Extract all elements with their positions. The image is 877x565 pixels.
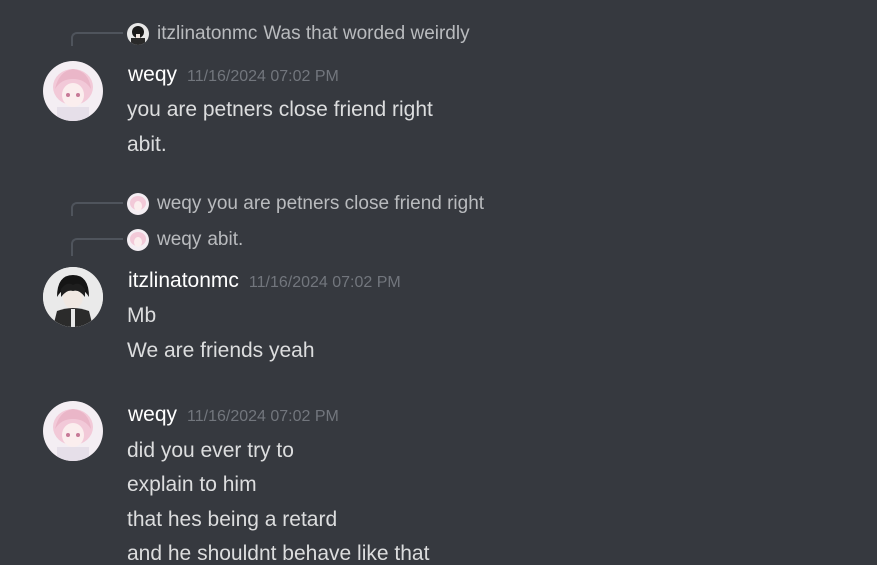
reply-message: you are petners close friend right	[207, 193, 485, 214]
message-line: We are friends yeah	[127, 339, 315, 362]
message-line: explain to him	[127, 473, 257, 496]
reply-author[interactable]: weqy	[157, 229, 201, 250]
message-line: you are petners close friend right	[127, 98, 433, 121]
pink-haired-avatar-icon[interactable]	[43, 401, 103, 461]
reply-spine	[71, 202, 123, 216]
pink-haired-avatar-icon[interactable]	[43, 61, 103, 121]
reply-preview[interactable]: itzlinatonmc Was that worded weirdly	[157, 23, 470, 45]
username[interactable]: weqy	[128, 403, 177, 426]
dark-haired-avatar-icon[interactable]	[43, 267, 103, 327]
reply-message: Was that worded weirdly	[263, 23, 470, 44]
pink-haired-avatar-icon[interactable]	[127, 229, 149, 251]
dark-haired-avatar-icon[interactable]	[127, 23, 149, 45]
timestamp[interactable]: 11/16/2024 07:02 PM	[187, 68, 339, 85]
message-line: and he shouldnt behave like that	[127, 542, 430, 565]
message-line: did you ever try to	[127, 439, 294, 462]
message-line: Mb	[127, 304, 157, 327]
message-line: that hes being a retard	[127, 508, 338, 531]
timestamp[interactable]: 11/16/2024 07:02 PM	[187, 408, 339, 425]
username[interactable]: itzlinatonmc	[128, 269, 239, 292]
message-line: abit.	[127, 133, 167, 156]
reply-author[interactable]: weqy	[157, 193, 201, 214]
reply-spine	[71, 238, 123, 256]
timestamp[interactable]: 11/16/2024 07:02 PM	[249, 274, 401, 291]
reply-spine	[71, 32, 123, 46]
reply-preview[interactable]: weqy you are petners close friend right	[157, 193, 484, 215]
message-header: weqy 11/16/2024 07:02 PM	[128, 61, 339, 91]
message-header: weqy 11/16/2024 07:02 PM	[128, 401, 339, 431]
message-header: itzlinatonmc 11/16/2024 07:02 PM	[128, 267, 401, 297]
reply-preview[interactable]: weqy abit.	[157, 229, 243, 251]
username[interactable]: weqy	[128, 63, 177, 86]
reply-author[interactable]: itzlinatonmc	[157, 23, 257, 44]
reply-message: abit.	[207, 229, 244, 250]
pink-haired-avatar-icon[interactable]	[127, 193, 149, 215]
chat-message-list: itzlinatonmc Was that worded weirdly weqy…	[0, 0, 877, 565]
